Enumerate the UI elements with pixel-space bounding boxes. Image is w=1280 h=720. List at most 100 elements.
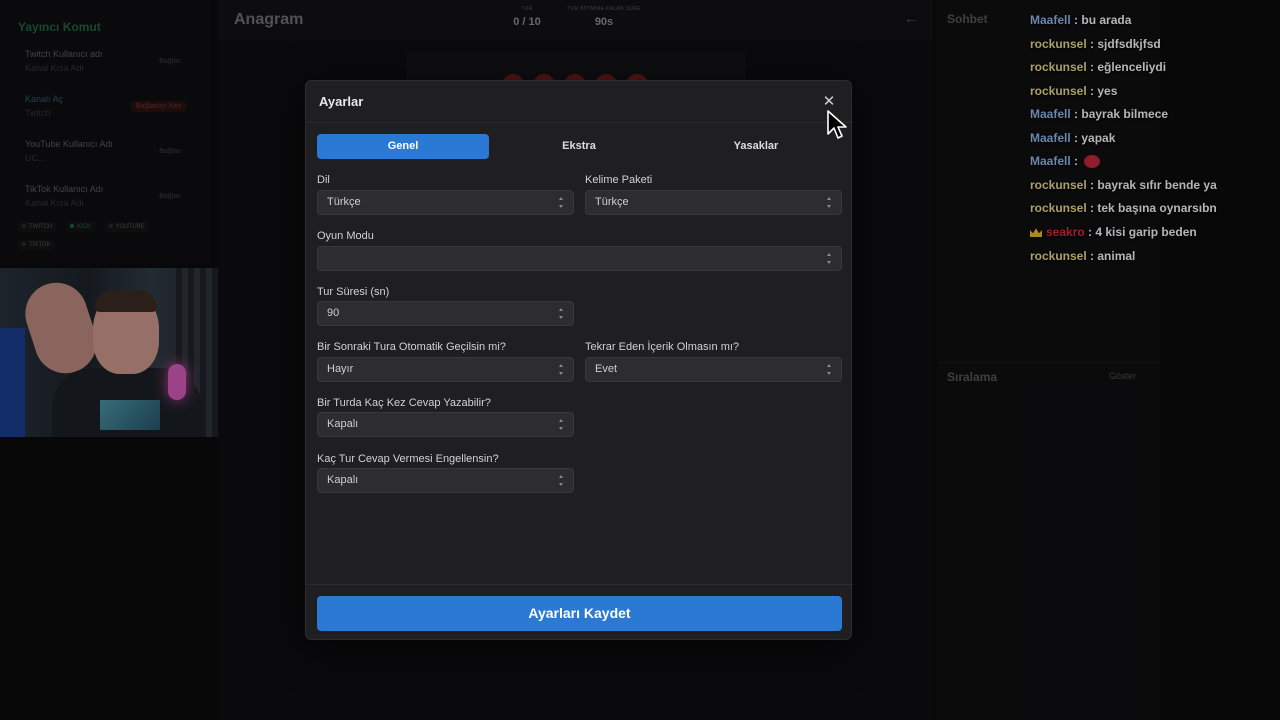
- chevron-updown-icon: [558, 308, 565, 319]
- language-value: Türkçe: [327, 196, 361, 208]
- no-repeat-value: Evet: [595, 363, 618, 375]
- connection-label: Kanalı Aç: [25, 94, 64, 104]
- chat-username: rockunsel: [1030, 84, 1087, 98]
- arrow-left-icon[interactable]: ←: [904, 10, 918, 26]
- chat-message: Maafell :: [1030, 154, 1101, 169]
- tab-genel[interactable]: Genel: [317, 134, 489, 159]
- round-duration-value: 90: [327, 307, 340, 319]
- chevron-updown-icon: [558, 475, 565, 486]
- chevron-updown-icon: [558, 419, 565, 430]
- chevron-updown-icon: [826, 197, 833, 208]
- word-pack-label: Kelime Paketi: [585, 174, 653, 186]
- chat-text: bu arada: [1081, 13, 1132, 27]
- connect-button[interactable]: Bağlan: [154, 191, 186, 202]
- block-rounds-value: Kapalı: [327, 474, 359, 486]
- chat-username: rockunsel: [1030, 201, 1087, 215]
- chevron-updown-icon: [826, 253, 833, 264]
- twitch-connection-row: Twitch Kullanıcı adı Kanal Kısa Adı Bağl…: [16, 44, 194, 80]
- chat-username: rockunsel: [1030, 37, 1087, 51]
- auto-next-select[interactable]: Hayır: [317, 357, 574, 382]
- round-timer: TUR BİTİMİNE KALAN SÜRE 90s: [562, 6, 646, 28]
- round-duration-label: Tur Süresi (sn): [317, 286, 390, 298]
- language-select[interactable]: Türkçe: [317, 190, 574, 215]
- chevron-updown-icon: [558, 364, 565, 375]
- chat-username: Maafell: [1030, 13, 1071, 27]
- chat-message: rockunsel : tek başına oynarsıbn: [1030, 201, 1217, 215]
- kick-connection-row: Kanalı Aç Twitch Bağlantıyı Kes: [16, 89, 194, 125]
- answers-per-round-select[interactable]: Kapalı: [317, 412, 574, 437]
- platform-badge: TWITCH: [18, 222, 57, 232]
- language-label: Dil: [317, 174, 330, 186]
- chat-text: 4 kisi garip beden: [1095, 225, 1197, 239]
- chat-panel-title: Sohbet: [947, 12, 988, 26]
- show-ranking-button[interactable]: Göster: [1109, 371, 1136, 381]
- webcam-feed: [0, 268, 253, 437]
- answers-per-round-value: Kapalı: [327, 418, 359, 430]
- round-duration-select[interactable]: 90: [317, 301, 574, 326]
- chat-username: Maafell: [1030, 131, 1071, 145]
- round-value: 0 / 10: [513, 16, 541, 28]
- connect-button[interactable]: Bağlan: [154, 56, 186, 67]
- chat-text: yapak: [1081, 131, 1116, 145]
- connect-button[interactable]: Bağlan: [154, 146, 186, 157]
- platform-badges: TWITCH KİCK YOUTUBE TİKTOK: [18, 222, 198, 258]
- no-repeat-select[interactable]: Evet: [585, 357, 842, 382]
- connection-sub: Kanal Kısa Adı: [25, 198, 85, 208]
- round-counter: TUR 0 / 10: [510, 6, 544, 28]
- emote-icon: [1084, 155, 1101, 169]
- stream-chat-overlay: Maafell : bu arada rockunsel : sjdfsdkjfs…: [1026, 0, 1280, 270]
- chat-message: Maafell : yapak: [1030, 131, 1116, 145]
- auto-next-value: Hayır: [327, 363, 354, 375]
- connection-sub: Kanal Kısa Adı: [25, 63, 85, 73]
- chat-message: rockunsel : eğlenceliydi: [1030, 60, 1167, 74]
- disconnect-button[interactable]: Bağlantıyı Kes: [130, 101, 186, 112]
- close-icon[interactable]: ✕: [820, 93, 838, 111]
- chat-text: sjdfsdkjfsd: [1097, 37, 1161, 51]
- streamer-panel: Yayıncı Komut Twitch Kullanıcı adı Kanal…: [0, 0, 210, 265]
- chat-message: seakro : 4 kisi garip beden: [1030, 225, 1197, 239]
- chat-message: Maafell : bu arada: [1030, 13, 1132, 27]
- chat-username: rockunsel: [1030, 60, 1087, 74]
- chat-text: animal: [1097, 249, 1136, 263]
- chat-message: rockunsel : sjdfsdkjfsd: [1030, 37, 1161, 51]
- streamer-panel-title: Yayıncı Komut: [18, 20, 101, 34]
- ranking-title: Sıralama: [947, 370, 998, 384]
- chat-username: rockunsel: [1030, 178, 1087, 192]
- save-settings-button[interactable]: Ayarları Kaydet: [317, 596, 842, 631]
- modal-title: Ayarlar: [319, 94, 364, 109]
- answers-per-round-label: Bir Turda Kaç Kez Cevap Yazabilir?: [317, 397, 491, 409]
- platform-badge: KİCK: [66, 222, 96, 232]
- modal-header: Ayarlar ✕: [306, 81, 853, 123]
- connection-sub: Twitch: [25, 108, 51, 118]
- chat-text: eğlenceliydi: [1097, 60, 1167, 74]
- microphone: [168, 364, 186, 400]
- platform-badge: YOUTUBE: [104, 222, 149, 232]
- chat-text: bayrak sıfır bende ya: [1097, 178, 1217, 192]
- chat-message: Maafell : bayrak bilmece: [1030, 107, 1169, 121]
- platform-badge: TİKTOK: [18, 240, 55, 250]
- tiktok-connection-row: TikTok Kullanıcı Adı Kanal Kısa Adı Bağl…: [16, 179, 194, 215]
- connection-label: YouTube Kullanıcı Adı: [25, 139, 113, 149]
- chat-message: rockunsel : animal: [1030, 249, 1136, 263]
- tab-ekstra[interactable]: Ekstra: [493, 134, 665, 159]
- word-pack-value: Türkçe: [595, 196, 629, 208]
- word-pack-select[interactable]: Türkçe: [585, 190, 842, 215]
- youtube-connection-row: YouTube Kullanıcı Adı UC... Bağlan: [16, 134, 194, 170]
- settings-modal: Ayarlar ✕ Genel Ekstra Yasaklar Dil Türk…: [305, 80, 853, 640]
- game-mode-select[interactable]: [317, 246, 842, 271]
- timer-value: 90s: [594, 16, 614, 28]
- chat-text: yes: [1097, 84, 1118, 98]
- chat-username: Maafell: [1030, 107, 1071, 121]
- tab-yasaklar[interactable]: Yasaklar: [670, 134, 842, 159]
- chat-username: seakro: [1046, 225, 1085, 239]
- no-repeat-label: Tekrar Eden İçerik Olmasın mı?: [585, 341, 740, 353]
- mouse-cursor-icon: [827, 110, 847, 139]
- chevron-updown-icon: [558, 197, 565, 208]
- connection-sub: UC...: [25, 153, 46, 163]
- chat-message: rockunsel : yes: [1030, 84, 1118, 98]
- block-rounds-select[interactable]: Kapalı: [317, 468, 574, 493]
- crown-badge-icon: [1030, 228, 1042, 238]
- settings-tabs: Genel Ekstra Yasaklar: [317, 134, 842, 159]
- screen: Yayıncı Komut Twitch Kullanıcı adı Kanal…: [0, 0, 1280, 720]
- game-mode-label: Oyun Modu: [317, 230, 374, 242]
